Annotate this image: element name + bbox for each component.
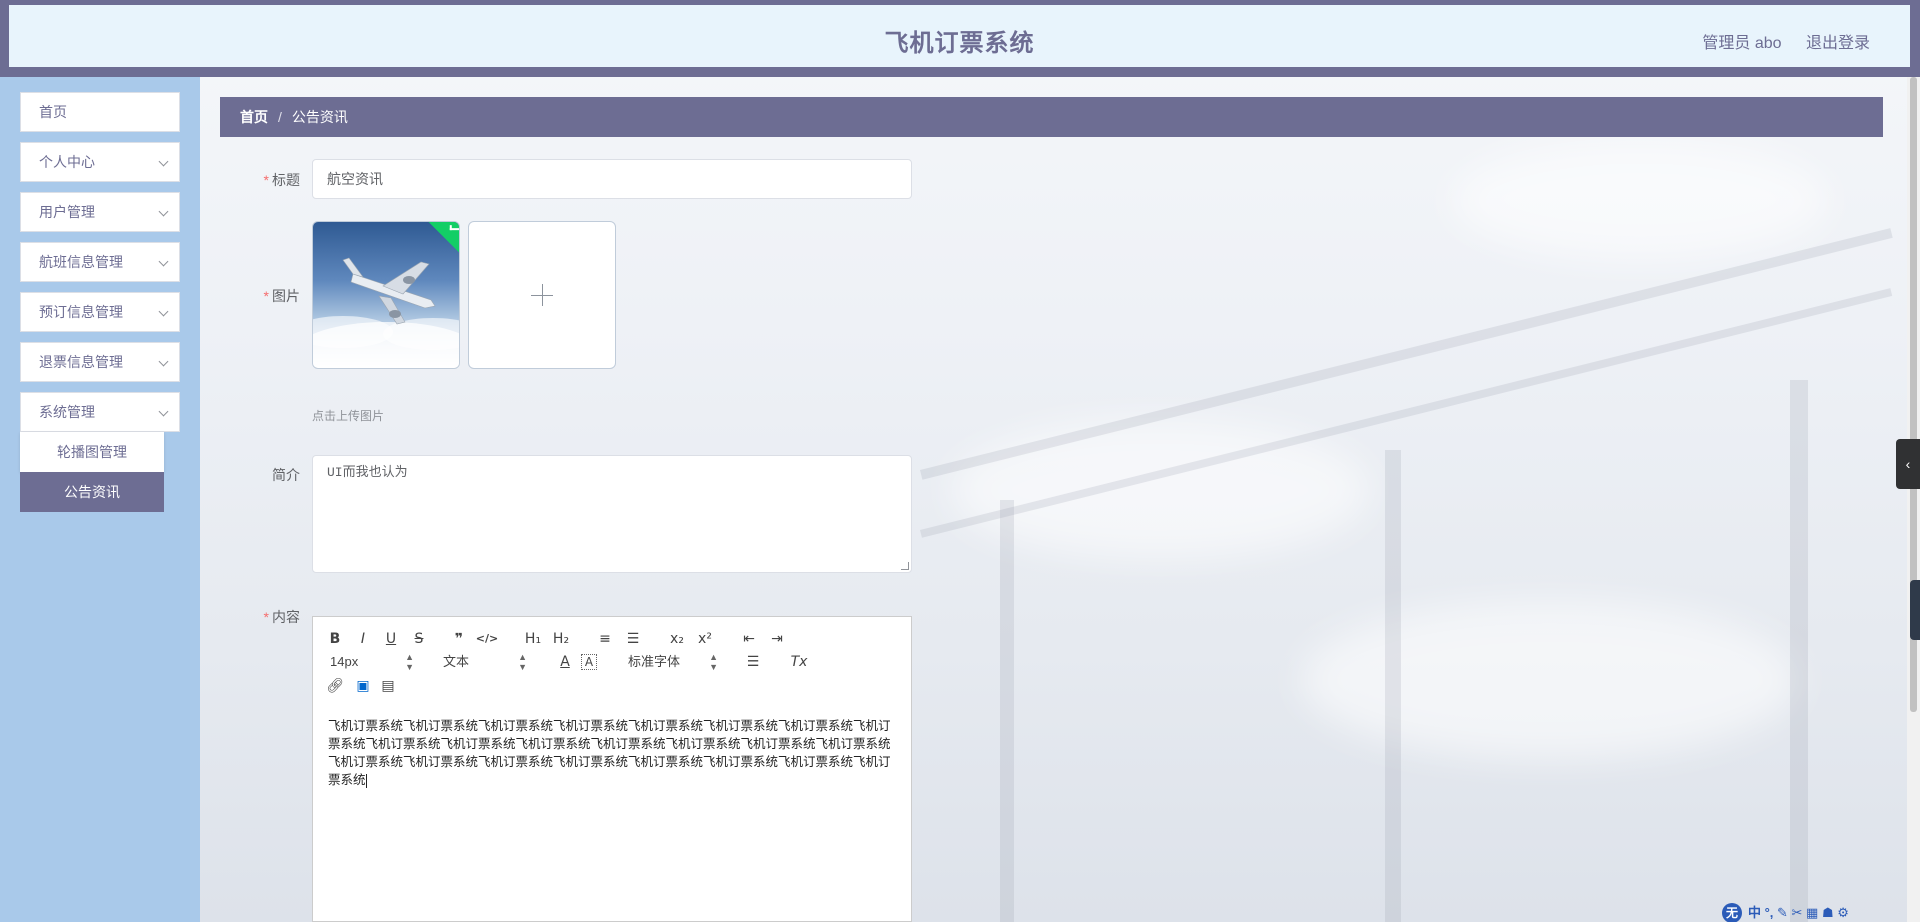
sidebar-item-flight-management[interactable]: 航班信息管理 (20, 242, 180, 282)
breadcrumb-current: 公告资讯 (291, 109, 348, 125)
video-icon[interactable]: ▤ (376, 676, 400, 696)
font-size-select[interactable]: 14px ▲ ▼ (330, 652, 414, 672)
sidebar-item-label: 首页 (39, 104, 67, 120)
chevron-down-icon (158, 156, 169, 167)
chevron-down-icon (158, 356, 169, 367)
ime-logo-icon: 无 (1722, 903, 1742, 922)
title-label: * 标题 (263, 172, 300, 188)
side-panel-toggle[interactable]: ‹ (1896, 439, 1920, 489)
check-icon (449, 225, 459, 231)
align-icon[interactable]: ☰ (741, 652, 765, 672)
outdent-button[interactable]: ⇤ (737, 629, 761, 649)
text-caret (365, 773, 367, 788)
sidebar-item-label: 系统管理 (39, 404, 95, 420)
bold-button[interactable]: B (323, 629, 347, 649)
blockquote-button[interactable]: ❞ (447, 629, 471, 649)
sidebar-item-personal-center[interactable]: 个人中心 (20, 142, 180, 182)
bullet-list-button[interactable]: ☰ (621, 629, 645, 649)
sidebar-item-booking-management[interactable]: 预订信息管理 (20, 292, 180, 332)
chevron-down-icon (158, 306, 169, 317)
sidebar: 首页 个人中心 用户管理 航班信息管理 预订信息管理 退票信息管理 系统管理 轮… (0, 77, 200, 922)
header2-button[interactable]: H₂ (549, 629, 573, 649)
italic-button[interactable]: I (351, 629, 375, 649)
link-icon[interactable]: 🔗︎ (323, 676, 347, 696)
background-color-icon[interactable]: A (581, 654, 597, 670)
chevron-down-icon (158, 206, 169, 217)
chevron-down-icon (158, 256, 169, 267)
font-family-value: 标准字体 (628, 654, 681, 669)
indent-button[interactable]: ⇥ (765, 629, 789, 649)
page-scrollbar[interactable] (1907, 77, 1920, 922)
sidebar-item-label: 退票信息管理 (39, 354, 123, 370)
sidebar-item-label: 用户管理 (39, 204, 95, 220)
editor-content[interactable]: 飞机订票系统飞机订票系统飞机订票系统飞机订票系统飞机订票系统飞机订票系统飞机订票… (312, 705, 912, 922)
submenu-item-announcements[interactable]: 公告资讯 (20, 472, 164, 512)
sidebar-item-home[interactable]: 首页 (20, 92, 180, 132)
resize-handle-icon[interactable] (901, 562, 909, 570)
sidebar-item-label: 个人中心 (39, 154, 95, 170)
upload-hint: 点击上传图片 (312, 409, 385, 423)
sidebar-item-label: 航班信息管理 (39, 254, 123, 270)
code-block-button[interactable]: </> (475, 629, 499, 649)
font-size-value: 14px (330, 654, 359, 669)
edge-drawer-handle[interactable] (1910, 580, 1920, 640)
intro-textarea[interactable]: UI而我也认为 (312, 455, 912, 573)
intro-label: 简介 (272, 467, 300, 483)
header1-button[interactable]: H₁ (521, 629, 545, 649)
font-family-select[interactable]: 标准字体 ▲ ▼ (628, 652, 718, 672)
top-header: 飞机订票系统 管理员 abo 退出登录 (0, 0, 1920, 77)
select-arrows-icon: ▲ ▼ (405, 652, 414, 672)
user-name: 管理员 abo (1702, 35, 1782, 52)
underline-button[interactable]: U (379, 629, 403, 649)
subscript-button[interactable]: x₂ (665, 629, 689, 649)
clear-format-icon[interactable]: Tx (787, 652, 811, 672)
breadcrumb-home[interactable]: 首页 (240, 109, 268, 125)
ordered-list-button[interactable]: ≡ (593, 629, 617, 649)
image-icon[interactable]: ▣ (351, 676, 375, 696)
text-type-value: 文本 (443, 654, 470, 669)
intro-text: UI而我也认为 (327, 465, 408, 480)
logout-button[interactable]: 退出登录 (1806, 35, 1870, 52)
content-label: * 内容 (263, 609, 300, 625)
page-background (0, 0, 1920, 922)
breadcrumb-separator: / (278, 109, 282, 125)
editor-toolbar: B I U S ❞ </> H₁ H₂ ≡ ☰ x₂ x² ⇤ ⇥ 14px ▲… (312, 616, 912, 706)
chevron-left-icon: ‹ (1905, 456, 1911, 472)
strike-button[interactable]: S (407, 629, 431, 649)
ime-items: 中 °, ✎ ✂ ▦ ☗ ⚙ (1748, 905, 1849, 920)
title-input[interactable] (312, 159, 912, 199)
superscript-button[interactable]: x² (693, 629, 717, 649)
sidebar-item-system-management[interactable]: 系统管理 (20, 392, 180, 432)
image-label: * 图片 (263, 288, 300, 304)
ime-toolbar[interactable]: 无中 °, ✎ ✂ ▦ ☗ ⚙ (1722, 902, 1920, 922)
sidebar-item-user-management[interactable]: 用户管理 (20, 192, 180, 232)
chevron-down-icon (158, 406, 169, 417)
breadcrumb: 首页 / 公告资讯 (220, 97, 1883, 137)
font-color-icon[interactable]: A (553, 652, 577, 672)
user-area: 管理员 abo 退出登录 (1682, 29, 1870, 53)
select-arrows-icon: ▲ ▼ (518, 652, 527, 672)
app-title: 飞机订票系统 (884, 30, 1035, 57)
editor-text: 飞机订票系统飞机订票系统飞机订票系统飞机订票系统飞机订票系统飞机订票系统飞机订票… (328, 718, 891, 787)
airplane-image (313, 257, 459, 368)
sidebar-item-label: 预订信息管理 (39, 304, 123, 320)
upload-add-button[interactable] (468, 221, 616, 369)
select-arrows-icon: ▲ ▼ (709, 652, 718, 672)
uploaded-image-thumbnail[interactable] (312, 221, 460, 369)
sidebar-item-refund-management[interactable]: 退票信息管理 (20, 342, 180, 382)
text-type-select[interactable]: 文本 ▲ ▼ (443, 652, 527, 672)
header-bar: 飞机订票系统 管理员 abo 退出登录 (9, 5, 1910, 67)
submenu-item-carousel[interactable]: 轮播图管理 (20, 432, 164, 472)
